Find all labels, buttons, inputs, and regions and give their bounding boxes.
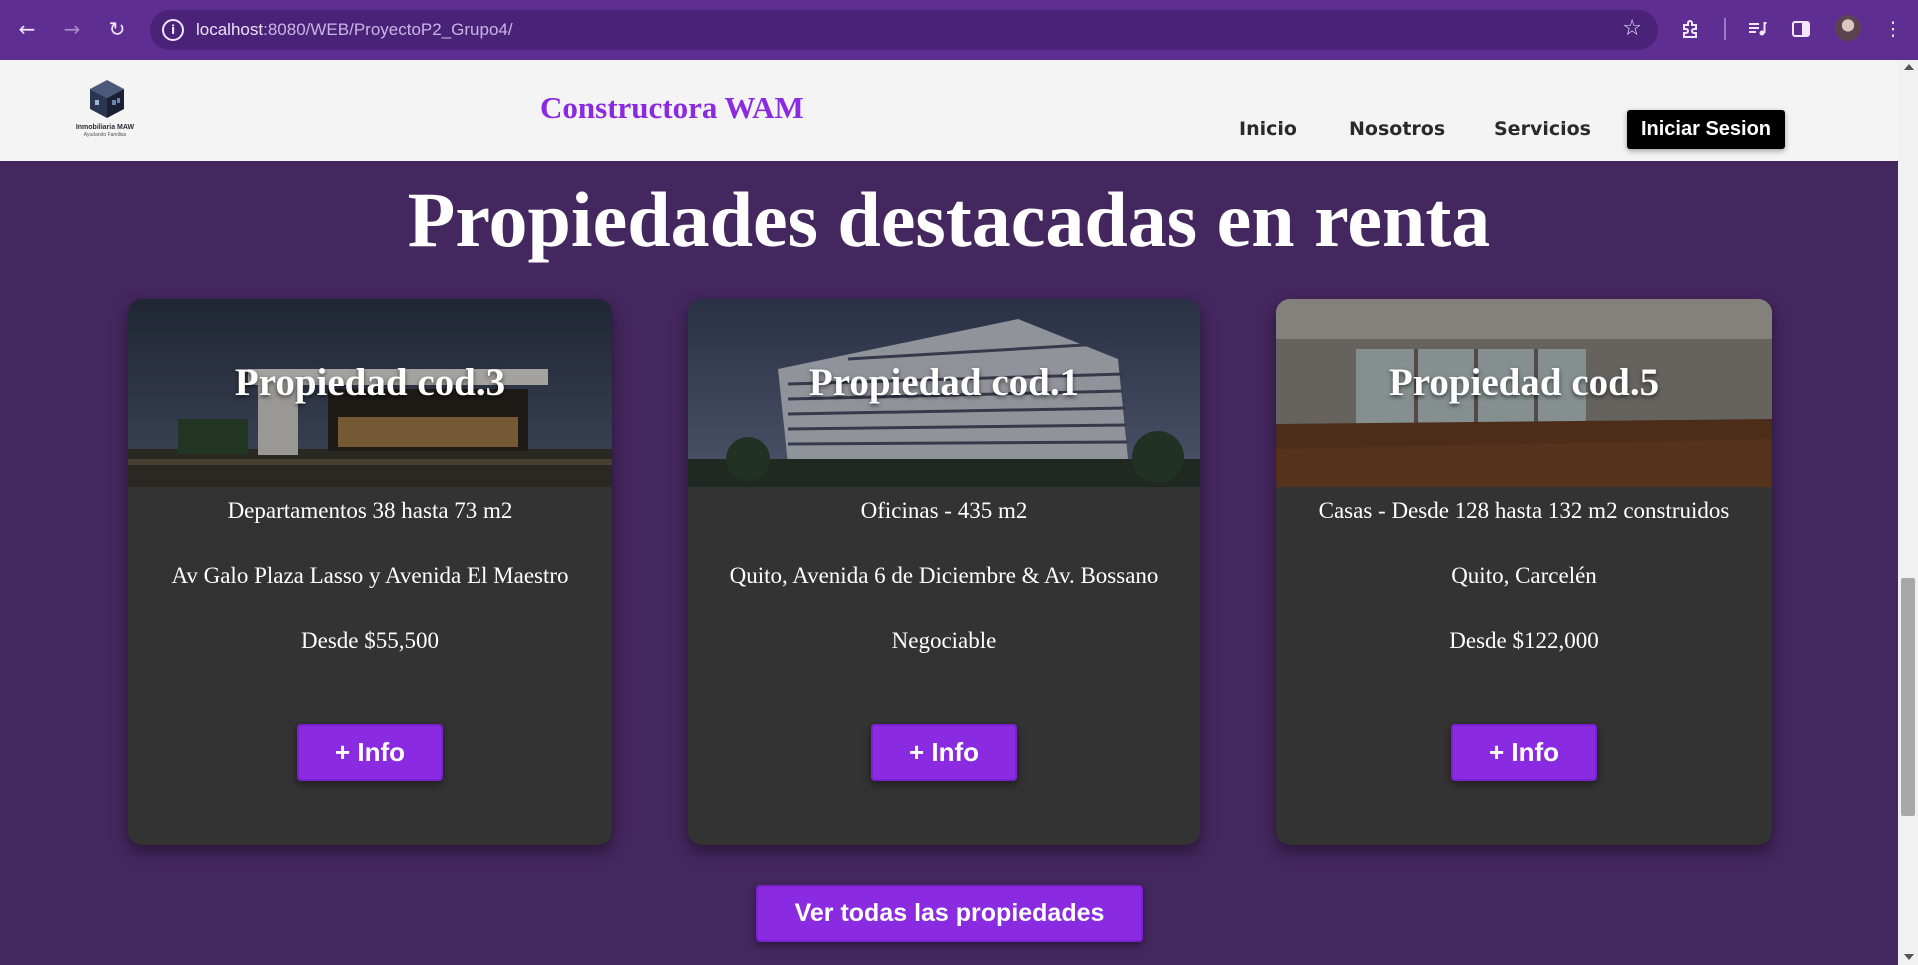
extensions-puzzle-icon[interactable] (1676, 14, 1706, 44)
property-card-cod3: Propiedad cod.3 Departamentos 38 hasta 7… (128, 299, 612, 845)
scroll-down-arrow-icon[interactable] (1904, 954, 1914, 960)
media-queue-icon[interactable] (1742, 14, 1772, 44)
property-image-house: Propiedad cod.3 (128, 299, 612, 487)
company-logo[interactable]: Inmobiliaria MAW Ayudando Familias (72, 78, 138, 142)
property-location: Quito, Carcelén (1451, 563, 1597, 588)
property-details: Casas - Desde 128 hasta 132 m2 construid… (1276, 487, 1772, 655)
address-url[interactable]: localhost:8080/WEB/ProyectoP2_Grupo4/ (196, 20, 513, 40)
toolbar-divider (1724, 18, 1726, 40)
browser-toolbar: ← → ↻ i localhost:8080/WEB/ProyectoP2_Gr… (0, 0, 1918, 60)
property-type: Oficinas - 435 m2 (860, 498, 1028, 523)
property-price: Negociable (891, 628, 997, 653)
forward-arrow-icon[interactable]: → (57, 14, 87, 44)
site-header: Inmobiliaria MAW Ayudando Familias Const… (0, 60, 1898, 161)
more-info-button[interactable]: + Info (1451, 724, 1597, 781)
property-details: Oficinas - 435 m2 Quito, Avenida 6 de Di… (688, 487, 1200, 655)
property-location: Av Galo Plaza Lasso y Avenida El Maestro (171, 563, 569, 588)
page-scrollbar[interactable] (1898, 60, 1918, 965)
more-info-button[interactable]: + Info (297, 724, 443, 781)
more-info-button[interactable]: + Info (871, 724, 1017, 781)
property-name: Propiedad cod.3 (234, 361, 506, 404)
property-details: Departamentos 38 hasta 73 m2 Av Galo Pla… (128, 487, 612, 655)
property-name: Propiedad cod.5 (1388, 361, 1660, 404)
cube-logo-icon (90, 80, 124, 118)
property-price: Desde $55,500 (301, 628, 439, 653)
back-arrow-icon[interactable]: ← (12, 14, 42, 44)
logo-tagline: Ayudando Familias (83, 132, 127, 138)
property-type: Casas - Desde 128 hasta 132 m2 construid… (1318, 498, 1730, 523)
property-card-cod5: Propiedad cod.5 Casas - Desde 128 hasta … (1276, 299, 1772, 845)
property-card-cod1: Propiedad cod.1 Oficinas - 435 m2 Quito,… (688, 299, 1200, 845)
login-button[interactable]: Iniciar Sesion (1627, 110, 1785, 149)
logo-brand-text: Inmobiliaria MAW (75, 124, 135, 131)
site-title: Constructora WAM (540, 90, 804, 125)
reload-icon[interactable]: ↻ (102, 14, 132, 44)
url-path: :8080/WEB/ProyectoP2_Grupo4/ (263, 20, 513, 39)
nav-inicio[interactable]: Inicio (1239, 118, 1297, 140)
featured-properties-section: Propiedades destacadas en renta Propieda… (0, 161, 1898, 965)
property-type: Departamentos 38 hasta 73 m2 (227, 498, 513, 523)
bookmark-star-icon[interactable]: ☆ (1622, 16, 1642, 41)
nav-nosotros[interactable]: Nosotros (1349, 118, 1445, 140)
nav-servicios[interactable]: Servicios (1494, 118, 1591, 140)
browser-menu-kebab-icon[interactable]: ⋮ (1878, 14, 1908, 44)
scroll-up-arrow-icon[interactable] (1904, 64, 1914, 70)
site-info-icon[interactable]: i (162, 19, 184, 41)
scrollbar-thumb[interactable] (1901, 578, 1915, 816)
url-host: localhost (196, 20, 264, 39)
address-bar[interactable]: i localhost:8080/WEB/ProyectoP2_Grupo4/ … (150, 10, 1658, 50)
property-image-interior: Propiedad cod.5 (1276, 299, 1772, 487)
view-all-properties-button[interactable]: Ver todas las propiedades (756, 885, 1143, 942)
profile-avatar[interactable] (1835, 15, 1861, 41)
side-panel-icon[interactable] (1786, 14, 1816, 44)
property-name: Propiedad cod.1 (808, 361, 1080, 404)
property-price: Desde $122,000 (1449, 628, 1599, 653)
section-title: Propiedades destacadas en renta (407, 176, 1491, 263)
property-image-building: Propiedad cod.1 (688, 299, 1200, 487)
property-location: Quito, Avenida 6 de Diciembre & Av. Boss… (729, 563, 1159, 588)
